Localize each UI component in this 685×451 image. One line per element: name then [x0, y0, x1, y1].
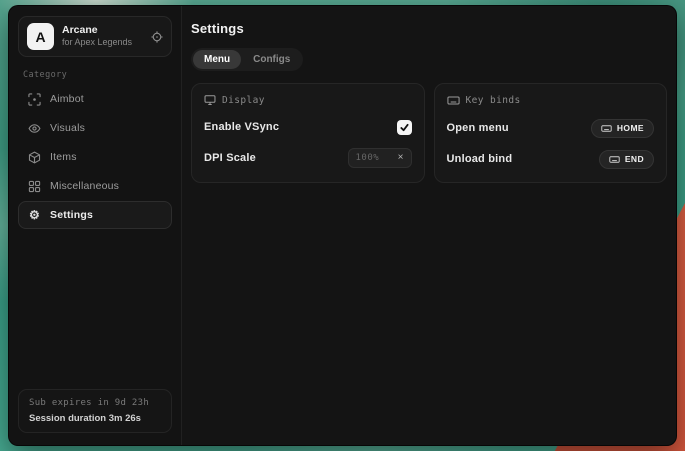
sidebar-item-visuals[interactable]: Visuals — [18, 114, 172, 142]
vsync-label: Enable VSync — [204, 121, 279, 133]
app-title: Arcane — [62, 24, 143, 37]
target-icon — [151, 31, 163, 43]
logo-text: Arcane for Apex Legends — [62, 24, 143, 48]
app-logo: A — [27, 23, 54, 50]
sidebar-nav: Aimbot Visuals — [18, 85, 172, 229]
open-menu-label: Open menu — [447, 122, 509, 134]
sidebar-item-label: Miscellaneous — [50, 180, 119, 192]
tab-menu[interactable]: Menu — [193, 50, 241, 69]
main-content: Settings Menu Configs Display — [182, 6, 676, 445]
category-label: Category — [23, 70, 167, 80]
unload-bind-key: END — [625, 154, 644, 164]
sidebar-item-label: Visuals — [50, 122, 85, 134]
unload-bind-row: Unload bind END — [447, 149, 655, 169]
monitor-icon — [204, 94, 216, 106]
keybinds-card-title: Key binds — [466, 95, 521, 106]
crosshair-icon — [28, 93, 41, 106]
subscription-info-box: Sub expires in 9d 23h Session duration 3… — [18, 389, 172, 433]
session-duration-text: Session duration 3m 26s — [29, 413, 161, 424]
sidebar-item-settings[interactable]: ⚙ Settings — [18, 201, 172, 229]
checkmark-icon — [400, 123, 409, 132]
settings-cards: Display Enable VSync DPI Scale 1 — [191, 83, 667, 183]
open-menu-bind-button[interactable]: HOME — [591, 119, 654, 138]
sub-expiry-text: Sub expires in 9d 23h — [29, 398, 161, 408]
box-icon — [28, 151, 41, 164]
gear-icon: ⚙ — [28, 209, 41, 221]
keybinds-card-header: Key binds — [447, 94, 655, 107]
page-title: Settings — [191, 21, 667, 36]
sidebar-item-items[interactable]: Items — [18, 143, 172, 171]
vsync-checkbox[interactable] — [397, 120, 412, 135]
dpi-value: 100% — [356, 153, 380, 163]
open-menu-row: Open menu HOME — [447, 118, 655, 138]
keyboard-icon — [601, 123, 612, 134]
sidebar-item-label: Settings — [50, 209, 93, 221]
vsync-row: Enable VSync — [204, 117, 412, 137]
display-card-title: Display — [222, 95, 265, 106]
grid-icon — [28, 180, 41, 193]
sidebar-spacer — [18, 229, 172, 389]
app-subtitle: for Apex Legends — [62, 37, 143, 48]
eye-icon — [28, 122, 41, 135]
keyboard-icon — [447, 94, 460, 107]
screen: A Arcane for Apex Legends Category — [0, 0, 685, 451]
display-card-header: Display — [204, 94, 412, 106]
unload-bind-label: Unload bind — [447, 153, 513, 165]
dpi-row: DPI Scale 100% × — [204, 148, 412, 168]
dpi-label: DPI Scale — [204, 152, 256, 164]
unload-bind-button[interactable]: END — [599, 150, 654, 169]
clear-icon[interactable]: × — [398, 153, 404, 163]
open-menu-key: HOME — [617, 123, 644, 133]
sidebar-item-miscellaneous[interactable]: Miscellaneous — [18, 172, 172, 200]
keyboard-icon — [609, 154, 620, 165]
sidebar-item-aimbot[interactable]: Aimbot — [18, 85, 172, 113]
sidebar-item-label: Aimbot — [50, 93, 84, 105]
display-card: Display Enable VSync DPI Scale 1 — [191, 83, 425, 183]
tab-bar: Menu Configs — [191, 48, 303, 71]
sidebar: A Arcane for Apex Legends Category — [9, 6, 182, 445]
logo-card: A Arcane for Apex Legends — [18, 16, 172, 57]
app-window: A Arcane for Apex Legends Category — [8, 5, 677, 446]
keybinds-card: Key binds Open menu HOME — [434, 83, 668, 183]
tab-configs[interactable]: Configs — [242, 50, 301, 69]
sidebar-item-label: Items — [50, 151, 77, 163]
dpi-scale-input[interactable]: 100% × — [348, 148, 412, 168]
